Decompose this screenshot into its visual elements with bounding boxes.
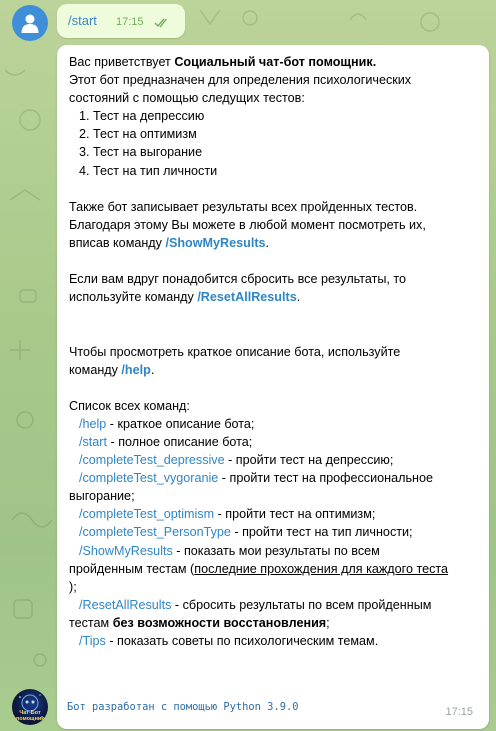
incoming-message[interactable]: Вас приветствует Социальный чат-бот помо… xyxy=(57,45,489,729)
help-link[interactable]: /help xyxy=(121,363,150,377)
commands-title: Список всех команд: xyxy=(69,398,190,413)
command-desc-bold: без возможности восстановления xyxy=(112,615,327,630)
outgoing-message[interactable]: /start 17:15 xyxy=(57,4,185,38)
command-desc: - пройти тест на оптимизм; xyxy=(214,507,376,522)
greeting-prefix: Вас приветствует xyxy=(69,55,175,69)
help-line-1: Чтобы просмотреть краткое описание бота,… xyxy=(69,344,401,359)
command-desc-cont: ); xyxy=(69,579,77,594)
command-optimism-link[interactable]: /completeTest_optimism xyxy=(79,507,214,521)
outgoing-message-time: 17:15 xyxy=(116,16,144,28)
command-desc: - пройти тест на депрессию; xyxy=(224,453,394,468)
command-tips-link[interactable]: /Tips xyxy=(79,634,106,648)
footer-code-text: Бот разработан с помощью Python 3.9.0 xyxy=(67,701,299,713)
command-showresults-link[interactable]: /ShowMyResults xyxy=(79,544,173,558)
command-depressive-link[interactable]: /completeTest_depressive xyxy=(79,453,225,467)
intro-line-2: состояний с помощью следущих тестов: xyxy=(69,91,305,106)
command-desc: - пройти тест на тип личности; xyxy=(230,525,413,540)
command-vygoranie-link[interactable]: /completeTest_vygoranie xyxy=(79,471,218,485)
help-line-2: команду xyxy=(69,362,122,377)
user-avatar[interactable] xyxy=(12,5,48,41)
help-suffix: . xyxy=(150,362,155,377)
command-help-link[interactable]: /help xyxy=(79,417,106,431)
bot-logo-text: Чат-Бот помощник xyxy=(15,710,45,722)
save-suffix: . xyxy=(265,235,270,250)
bot-name: Социальный чат-бот помощник. xyxy=(174,55,377,69)
bot-avatar[interactable]: Чат-Бот помощник xyxy=(12,689,48,725)
command-desc-cont: тестам xyxy=(69,615,113,630)
test-list: 1. Тест на депрессию 2. Тест на оптимизм… xyxy=(69,107,483,179)
save-line-3: вписав команду xyxy=(69,235,166,250)
command-desc: - сбросить результаты по всем пройденным xyxy=(171,597,432,612)
test-item: 2. Тест на оптимизм xyxy=(79,127,197,142)
incoming-message-time: 17:15 xyxy=(445,706,473,718)
command-desc: - полное описание бота; xyxy=(107,434,253,449)
intro-line-1: Этот бот предназначен для определения пс… xyxy=(69,73,412,88)
command-desc: - краткое описание бота; xyxy=(106,416,255,431)
incoming-message-text: Вас приветствует Социальный чат-бот помо… xyxy=(69,53,483,650)
command-start-link[interactable]: /start xyxy=(79,435,107,449)
command-persontype-link[interactable]: /completeTest_PersonType xyxy=(79,525,231,539)
save-line-1: Также бот записывает результаты всех про… xyxy=(69,199,418,214)
command-desc-cont: пройденным тестам ( xyxy=(69,561,195,576)
reset-results-link[interactable]: /ResetAllResults xyxy=(197,290,296,304)
double-check-icon xyxy=(154,16,171,31)
outgoing-message-text: /start xyxy=(68,13,97,28)
test-item: 4. Тест на тип личности xyxy=(79,163,218,178)
command-desc: - пройти тест на профессиональное xyxy=(218,471,433,486)
command-desc-cont: выгорание; xyxy=(69,489,135,504)
test-item: 3. Тест на выгорание xyxy=(79,145,203,160)
test-item: 1. Тест на депрессию xyxy=(79,109,205,124)
reset-line-2: используйте команду xyxy=(69,290,198,305)
show-results-link[interactable]: /ShowMyResults xyxy=(165,236,265,250)
reset-suffix: . xyxy=(296,290,301,305)
command-desc-suffix: ; xyxy=(326,615,330,630)
command-desc: - показать советы по психологическим тем… xyxy=(105,634,379,648)
command-resetresults-link[interactable]: /ResetAllResults xyxy=(79,598,171,612)
save-line-2: Благодаря этому Вы можете в любой момент… xyxy=(69,217,426,232)
user-icon xyxy=(21,14,39,33)
command-desc: - показать мои результаты по всем xyxy=(172,543,380,558)
reset-line-1: Если вам вдруг понадобится сбросить все … xyxy=(69,272,407,287)
command-desc-underlined: последние прохождения для каждого теста xyxy=(194,561,449,576)
